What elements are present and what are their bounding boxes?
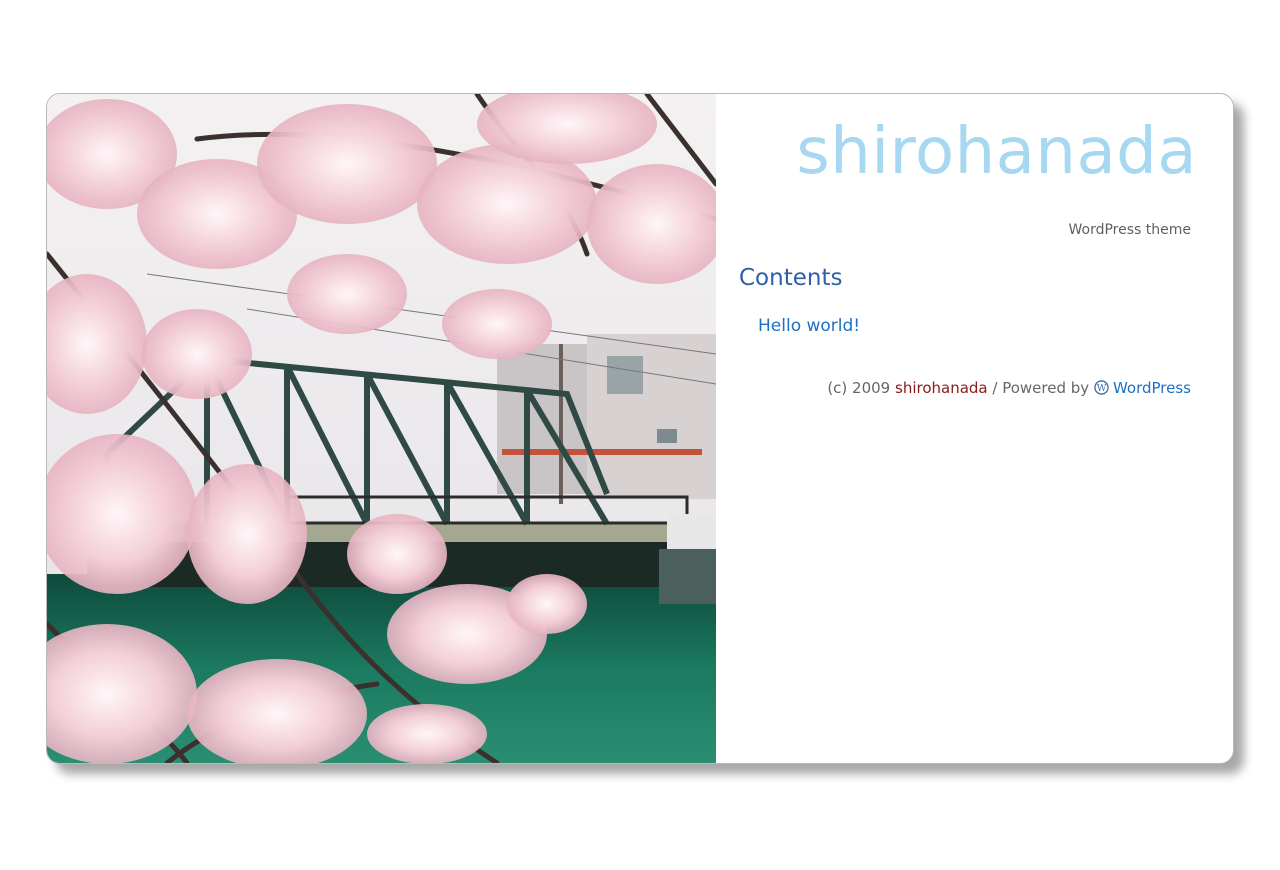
footer-wordpress-link[interactable]: WordPress bbox=[1113, 379, 1191, 397]
footer-site-link[interactable]: shirohanada bbox=[895, 379, 988, 397]
header-photo bbox=[47, 94, 716, 763]
footer-powered-by: / Powered by bbox=[992, 379, 1090, 397]
page-card: shirohanada WordPress theme Contents Hel… bbox=[46, 93, 1234, 764]
svg-text:W: W bbox=[1097, 383, 1107, 394]
site-tagline: WordPress theme bbox=[1068, 222, 1191, 238]
wordpress-icon: W bbox=[1094, 380, 1109, 399]
contents-heading: Contents bbox=[739, 265, 843, 291]
sidebar-panel: shirohanada WordPress theme Contents Hel… bbox=[716, 94, 1233, 763]
footer-copyright: (c) 2009 bbox=[827, 379, 891, 397]
post-link-hello-world[interactable]: Hello world! bbox=[758, 316, 860, 336]
site-title-link[interactable]: shirohanada bbox=[796, 114, 1197, 191]
footer: (c) 2009 shirohanada / Powered by W Word… bbox=[827, 379, 1191, 399]
